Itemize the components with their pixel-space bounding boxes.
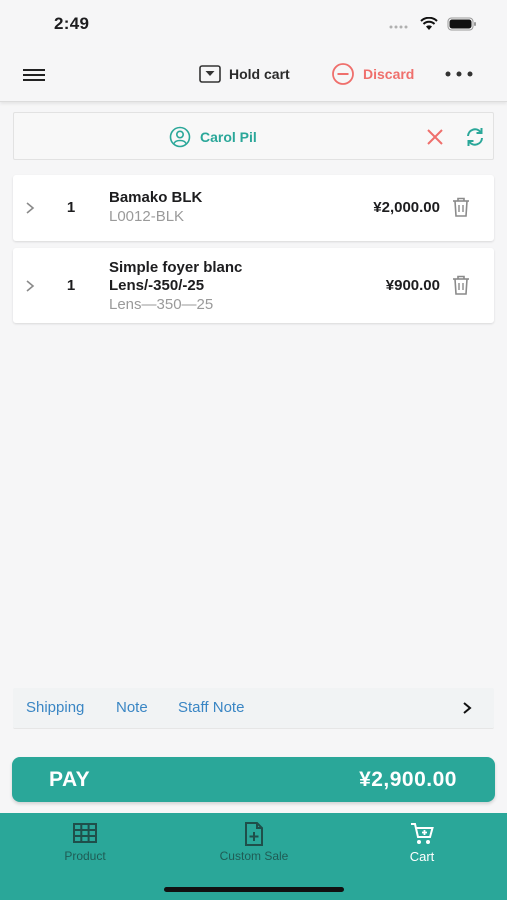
grid-icon — [73, 823, 97, 843]
tab-label: Custom Sale — [219, 849, 289, 863]
item-quantity[interactable]: 1 — [61, 199, 81, 216]
cart-icon — [411, 823, 434, 844]
user-icon — [169, 126, 191, 148]
item-quantity[interactable]: 1 — [61, 277, 81, 294]
add-document-icon — [245, 822, 263, 846]
note-link[interactable]: Note — [116, 699, 148, 716]
item-sku: Lens—350—25 — [109, 296, 214, 313]
status-icons — [389, 17, 477, 31]
item-price[interactable]: ¥900.00 — [386, 277, 440, 294]
item-price[interactable]: ¥2,000.00 — [373, 199, 440, 216]
order-notes-bar: Shipping Note Staff Note — [13, 688, 494, 729]
hamburger-menu-icon[interactable] — [22, 67, 46, 83]
customer-bar: Carol Pil — [13, 112, 494, 160]
status-bar: 2:49 — [0, 0, 507, 48]
cart-line-item[interactable]: 1 Simple foyer blanc Lens/-350/-25 Lens—… — [13, 248, 494, 323]
pay-label: PAY — [49, 768, 91, 791]
status-time: 2:49 — [54, 14, 90, 33]
chevron-right-icon[interactable] — [23, 201, 37, 215]
chevron-right-icon[interactable] — [460, 701, 474, 715]
item-name-line-1: Simple foyer blanc — [109, 259, 243, 276]
item-info: Simple foyer blanc Lens/-350/-25 Lens—35… — [109, 259, 242, 314]
tab-label: Cart — [409, 849, 435, 864]
item-sku: L0012-BLK — [109, 208, 185, 225]
trash-icon[interactable] — [451, 196, 471, 218]
discard-label: Discard — [363, 66, 415, 82]
discard-button[interactable]: Discard — [331, 62, 414, 86]
cart-line-item[interactable]: 1 Bamako BLK L0012-BLK ¥2,000.00 — [13, 175, 494, 241]
discard-icon — [332, 63, 354, 85]
shipping-link[interactable]: Shipping — [26, 699, 84, 716]
bottom-tab-bar: Product Custom Sale Cart — [0, 813, 507, 900]
item-name-line-2: Lens/-350/-25 — [109, 277, 205, 294]
chevron-right-icon[interactable] — [23, 279, 37, 293]
signal-icon — [389, 25, 408, 29]
tab-cart[interactable]: Cart — [392, 821, 452, 864]
pay-total: ¥2,900.00 — [359, 768, 457, 791]
staff-note-link[interactable]: Staff Note — [178, 699, 244, 716]
tab-label: Product — [64, 849, 106, 863]
customer-selector[interactable]: Carol Pil — [169, 126, 257, 148]
tab-custom-sale[interactable]: Custom Sale — [204, 821, 304, 863]
tab-product[interactable]: Product — [44, 821, 126, 863]
cart-header: Hold cart Discard — [0, 48, 507, 102]
item-name: Bamako BLK — [109, 189, 203, 206]
customer-name: Carol Pil — [200, 129, 257, 145]
wifi-icon — [420, 17, 438, 30]
battery-icon — [447, 17, 476, 31]
item-info: Bamako BLK L0012-BLK — [109, 189, 202, 226]
hold-cart-label: Hold cart — [229, 66, 290, 82]
hold-cart-button[interactable]: Hold cart — [199, 62, 290, 86]
remove-customer-icon[interactable] — [425, 127, 445, 147]
trash-icon[interactable] — [451, 274, 471, 296]
pay-button[interactable]: PAY ¥2,900.00 — [12, 757, 495, 802]
home-indicator — [164, 887, 344, 892]
more-options-icon[interactable] — [444, 66, 474, 82]
sync-customer-icon[interactable] — [463, 125, 487, 149]
hold-cart-icon — [199, 65, 221, 83]
